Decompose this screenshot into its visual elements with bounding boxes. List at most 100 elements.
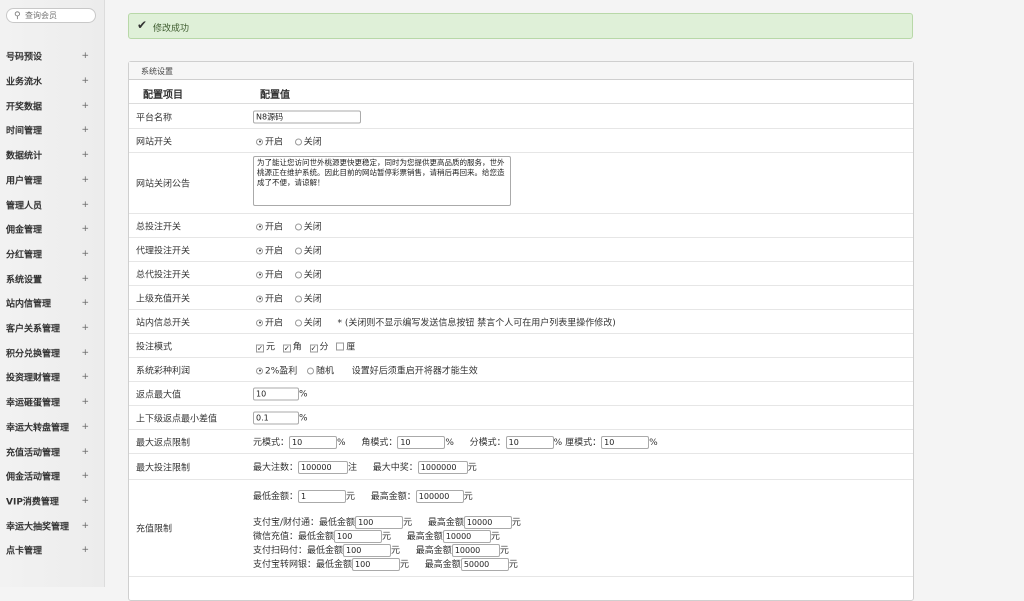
bet-mode-fen-checkbox[interactable]: ✓ — [309, 344, 318, 352]
yuan-mode-input[interactable]: 10 — [289, 435, 338, 449]
column-header-key: 配置项目 — [143, 90, 183, 101]
site-switch-on-radio[interactable] — [256, 138, 263, 145]
sidebar-item-label: 佣金活动管理 — [6, 472, 61, 483]
max-rebate-unit: % — [299, 389, 308, 399]
sidebar-item[interactable]: 点卡管理 + — [0, 538, 104, 563]
sidebar-item-label: 投资理财管理 — [6, 373, 61, 384]
sidebar-item[interactable]: 分红管理 + — [0, 242, 104, 267]
site-switch-off-radio[interactable] — [294, 138, 302, 145]
sidebar-item[interactable]: 系统设置 + — [0, 266, 104, 291]
message-switch-on-radio[interactable] — [256, 319, 263, 326]
close-notice-textarea[interactable]: 为了能让您访问世外桃源更快更稳定，同时为您提供更高品质的服务，世外桃源正在维护系… — [253, 156, 511, 206]
plus-icon[interactable]: + — [81, 422, 89, 432]
sidebar-item[interactable]: 积分兑换管理 + — [0, 340, 104, 365]
sidebar-item[interactable]: 数据统计 + — [0, 143, 104, 168]
parent-recharge-switch-off-radio[interactable] — [294, 295, 302, 302]
max-prize-input[interactable]: 1000000 — [417, 460, 468, 474]
sidebar-item[interactable]: 幸运大转盘管理 + — [0, 415, 104, 440]
channel-min-unit: 元 — [391, 546, 401, 556]
bet-mode-label: 投注模式 — [136, 342, 173, 352]
recharge-min-input[interactable]: 1 — [298, 490, 347, 503]
profit-mode-label: 系统彩种利润 — [136, 366, 191, 376]
channel-min-input[interactable]: 100 — [334, 530, 383, 543]
agent-bet-switch-off-radio[interactable] — [294, 247, 302, 254]
plus-icon[interactable]: + — [81, 249, 89, 259]
agent-bet-switch-on-radio[interactable] — [256, 247, 263, 254]
channel-max-input[interactable]: 10000 — [463, 516, 512, 529]
profit-mode-random-radio[interactable] — [307, 367, 315, 374]
plus-icon[interactable]: + — [81, 323, 89, 333]
row-recharge-limit: 充值限制 最低金额： 1 元 最高金额： 100000 元 支付宝/财付通：最低金额 10… — [129, 480, 913, 577]
plus-icon[interactable]: + — [81, 150, 89, 160]
max-rebate-input[interactable]: 10 — [253, 387, 299, 400]
jiao-mode-input[interactable]: 10 — [397, 435, 446, 449]
sidebar-item[interactable]: 开奖数据 + — [0, 93, 104, 118]
plus-icon[interactable]: + — [81, 298, 89, 308]
sidebar-item[interactable]: VIP消费管理 + — [0, 489, 104, 514]
channel-min-input[interactable]: 100 — [343, 544, 392, 557]
sidebar-item[interactable]: 时间管理 + — [0, 118, 104, 143]
min-rebate-diff-input[interactable]: 0.1 — [253, 411, 299, 424]
sidebar-item[interactable]: 客户关系管理 + — [0, 316, 104, 341]
channel-max-unit: 元 — [511, 518, 521, 528]
plus-icon[interactable]: + — [81, 224, 89, 234]
bet-mode-li-checkbox[interactable] — [336, 342, 345, 350]
channel-min-input[interactable]: 100 — [352, 558, 401, 571]
plus-icon[interactable]: + — [81, 447, 89, 457]
max-bets-input[interactable]: 100000 — [298, 460, 349, 474]
channel-name: 支付宝/财付通： — [253, 518, 320, 528]
platform-name-input[interactable]: N8源码 — [253, 110, 361, 123]
sidebar-item[interactable]: 佣金活动管理 + — [0, 464, 104, 489]
channel-max-input[interactable]: 50000 — [460, 558, 509, 571]
plus-icon[interactable]: + — [81, 101, 89, 111]
bet-switch-off-radio[interactable] — [294, 223, 302, 230]
recharge-max-input[interactable]: 100000 — [415, 490, 464, 503]
sidebar-item[interactable]: 幸运大抽奖管理 + — [0, 513, 104, 538]
bet-mode-yuan-checkbox[interactable]: ✓ — [256, 344, 264, 352]
fen-mode-input[interactable]: 10 — [505, 435, 554, 449]
plus-icon[interactable]: + — [81, 496, 89, 506]
member-search-box[interactable]: ⚲ — [6, 8, 96, 23]
plus-icon[interactable]: + — [81, 274, 89, 284]
message-switch-off-radio[interactable] — [294, 319, 302, 326]
profit-mode-fixed-radio[interactable] — [256, 367, 263, 374]
sidebar-item-label: 分红管理 — [6, 250, 43, 261]
sidebar-item-label: 充值活动管理 — [6, 448, 61, 459]
sidebar-item[interactable]: 业务流水 + — [0, 69, 104, 94]
plus-icon[interactable]: + — [81, 545, 89, 555]
sidebar-item[interactable]: 投资理财管理 + — [0, 365, 104, 390]
plus-icon[interactable]: + — [81, 125, 89, 135]
general-agent-bet-switch-off-radio[interactable] — [294, 271, 302, 278]
max-prize-unit: 元 — [467, 462, 477, 473]
bet-mode-jiao-checkbox[interactable]: ✓ — [282, 344, 291, 352]
channel-min-input[interactable]: 100 — [355, 516, 404, 529]
plus-icon[interactable]: + — [81, 372, 89, 382]
li-mode-input[interactable]: 10 — [601, 435, 650, 449]
yuan-mode-label: 元模式： — [253, 437, 290, 448]
sidebar-item[interactable]: 管理人员 + — [0, 192, 104, 217]
site-switch-on-label: 开启 — [265, 137, 284, 147]
plus-icon[interactable]: + — [81, 521, 89, 531]
channel-min-unit: 元 — [400, 560, 410, 570]
sidebar-item[interactable]: 佣金管理 + — [0, 217, 104, 242]
sidebar-item[interactable]: 号码预设 + — [0, 44, 104, 69]
plus-icon[interactable]: + — [81, 348, 89, 358]
plus-icon[interactable]: + — [81, 397, 89, 407]
sidebar-item[interactable]: 充值活动管理 + — [0, 439, 104, 464]
sidebar-item[interactable]: 站内信管理 + — [0, 291, 104, 316]
plus-icon[interactable]: + — [81, 471, 89, 481]
bet-switch-on-radio[interactable] — [256, 223, 263, 230]
parent-recharge-switch-on-radio[interactable] — [256, 295, 263, 302]
recharge-limit-label: 充值限制 — [136, 524, 173, 535]
plus-icon[interactable]: + — [81, 200, 89, 210]
sidebar-item[interactable]: 幸运砸蛋管理 + — [0, 390, 104, 415]
sidebar-item[interactable]: 用户管理 + — [0, 168, 104, 193]
member-search-input[interactable] — [25, 10, 91, 21]
min-rebate-diff-label: 上下级返点最小差值 — [136, 414, 218, 424]
plus-icon[interactable]: + — [81, 175, 89, 185]
plus-icon[interactable]: + — [81, 51, 89, 61]
channel-max-input[interactable]: 10000 — [451, 544, 500, 557]
plus-icon[interactable]: + — [81, 76, 89, 86]
channel-max-input[interactable]: 10000 — [442, 530, 491, 543]
general-agent-bet-switch-on-radio[interactable] — [256, 271, 263, 278]
